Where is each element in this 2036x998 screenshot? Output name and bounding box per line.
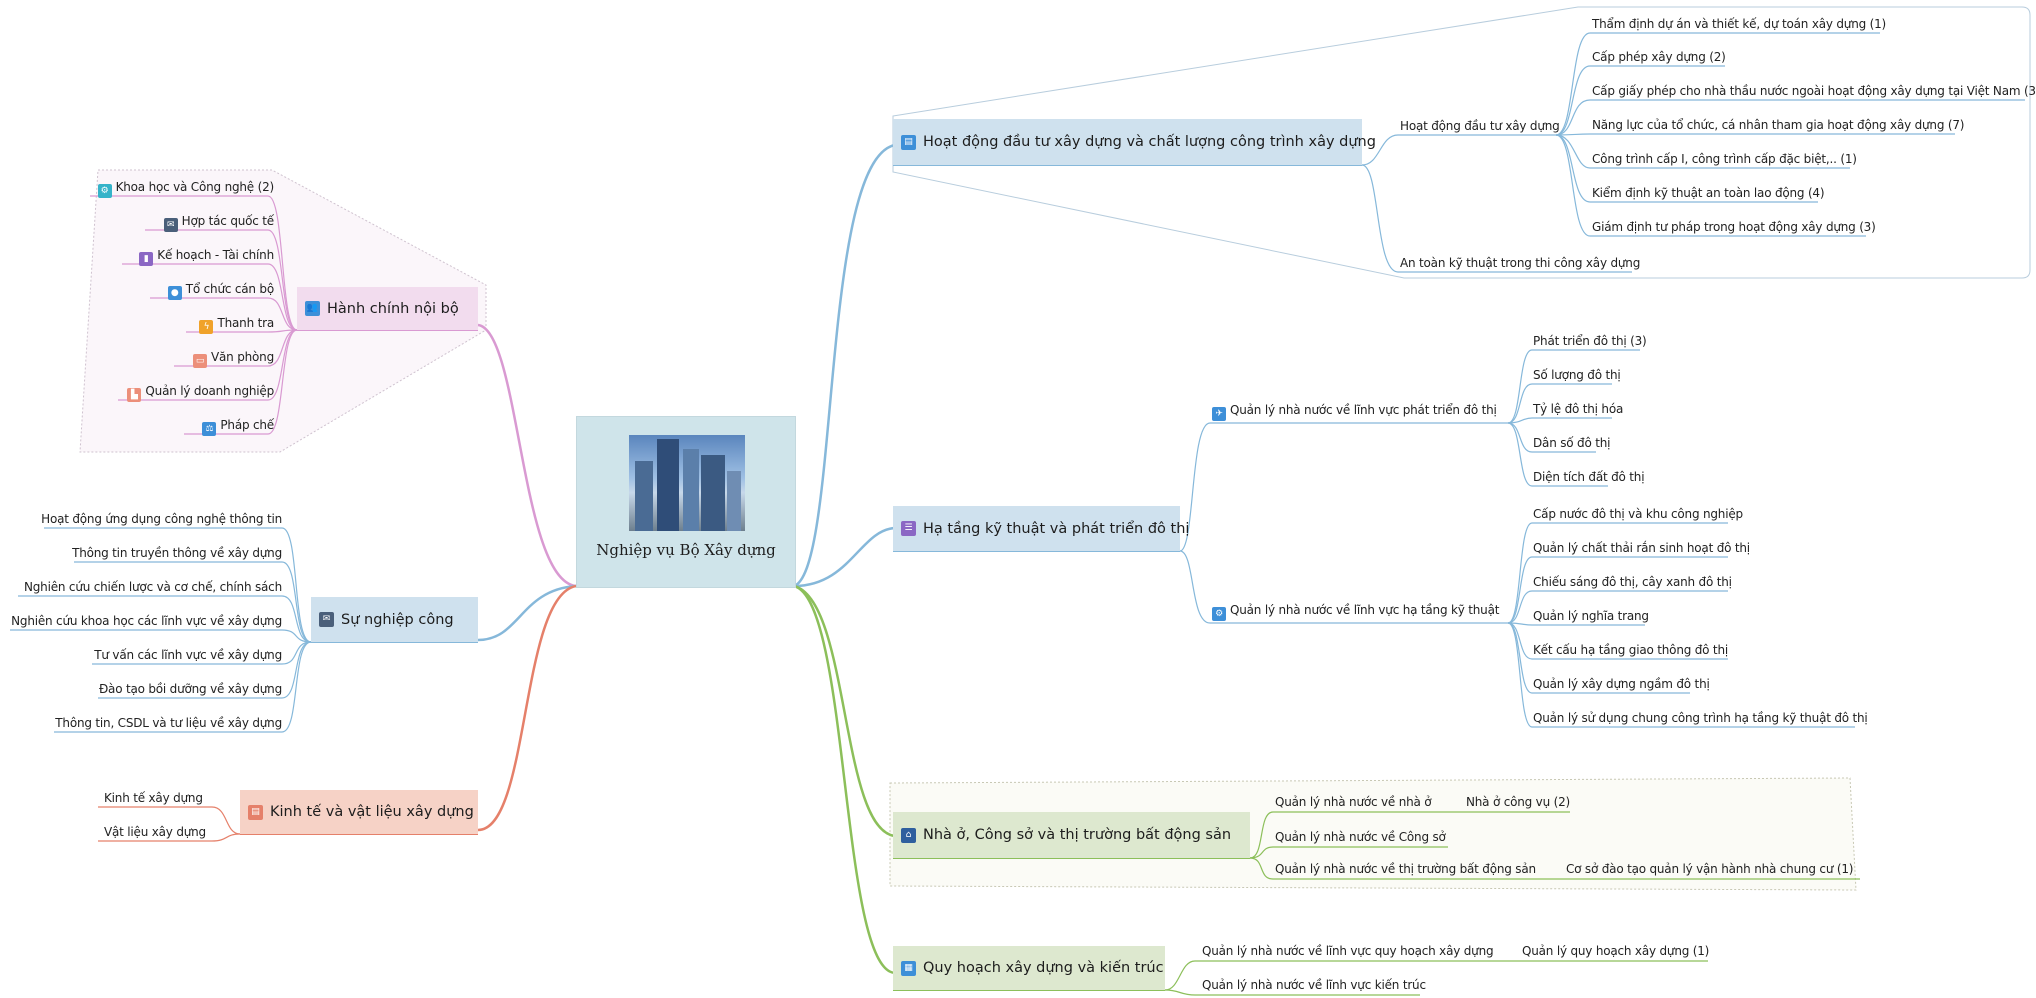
leaf-item[interactable]: Phát triển đô thị (3) <box>1533 333 1647 349</box>
subtopic-urban-development[interactable]: ✈ Quản lý nhà nước về lĩnh vực phát triển… <box>1212 402 1497 421</box>
topic-label: Quy hoạch xây dựng và kiến trúc <box>923 960 1164 976</box>
admin-item[interactable]: ▮ Kế hoạch - Tài chính <box>139 247 274 266</box>
city-skyscraper-image <box>629 435 745 531</box>
airplane-icon: ✈ <box>1212 407 1226 421</box>
topic-public-services[interactable]: ✉ Sự nghiệp công <box>311 597 478 642</box>
leaf-item[interactable]: Quản lý chất thải rắn sinh hoạt đô thị <box>1533 540 1750 556</box>
factory-icon: ▙ <box>127 388 142 402</box>
subtopic-public-offices[interactable]: Quản lý nhà nước về Công sở <box>1275 829 1446 845</box>
leaf-item[interactable]: Quản lý quy hoạch xây dựng (1) <box>1522 943 1709 959</box>
topic-planning-architecture[interactable]: ▦ Quy hoạch xây dựng và kiến trúc <box>893 946 1165 990</box>
central-topic[interactable]: Nghiệp vụ Bộ Xây dựng <box>576 416 796 588</box>
admin-item[interactable]: ▭ Văn phòng <box>193 349 274 368</box>
admin-item[interactable]: ● Tổ chức cán bộ <box>167 281 274 300</box>
people-icon: 👥 <box>305 301 320 316</box>
leaf-item[interactable]: Dân số đô thị <box>1533 435 1610 451</box>
leaf-item[interactable]: Diện tích đất đô thị <box>1533 469 1645 485</box>
handshake-icon: ✉ <box>319 612 334 627</box>
subtopic-real-estate-market[interactable]: Quản lý nhà nước về thị trường bất động … <box>1275 861 1536 877</box>
leaf-item[interactable]: Năng lực của tổ chức, cá nhân tham gia h… <box>1592 117 1964 133</box>
leaf-item[interactable]: Tư vấn các lĩnh vực về xây dựng <box>94 647 282 663</box>
subtopic-label: Quản lý nhà nước về lĩnh vực phát triển … <box>1230 403 1497 417</box>
topic-economics-materials[interactable]: ▤ Kinh tế và vật liệu xây dựng <box>240 790 478 834</box>
subtopic-investment-activity[interactable]: Hoạt động đầu tư xây dựng <box>1400 118 1560 134</box>
leaf-item[interactable]: Số lượng đô thị <box>1533 367 1621 383</box>
subtopic-architecture[interactable]: Quản lý nhà nước về lĩnh vực kiến trúc <box>1202 977 1426 993</box>
book-icon: ▤ <box>901 134 916 150</box>
admin-item[interactable]: ⚙ Khoa học và Công nghệ (2) <box>97 179 275 198</box>
bar-chart-icon: ▮ <box>139 252 154 266</box>
topic-label: Kinh tế và vật liệu xây dựng <box>270 804 474 820</box>
topic-internal-administration[interactable]: 👥 Hành chính nội bộ <box>297 287 478 330</box>
leaf-item[interactable]: Nghiên cứu khoa học các lĩnh vực về xây … <box>11 613 282 629</box>
topic-label: Hoạt động đầu tư xây dựng và chất lượng … <box>923 134 1376 150</box>
leaf-item[interactable]: Thẩm định dự án và thiết kế, dự toán xây… <box>1592 16 1886 32</box>
leaf-item[interactable]: Công trình cấp I, công trình cấp đặc biệ… <box>1592 151 1857 167</box>
admin-item-label: Khoa học và Công nghệ (2) <box>115 180 275 194</box>
leaf-item[interactable]: Kiểm định kỹ thuật an toàn lao động (4) <box>1592 185 1825 201</box>
topic-label: Hạ tầng kỹ thuật và phát triển đô thị <box>923 520 1190 537</box>
leaf-item[interactable]: Cấp phép xây dựng (2) <box>1592 49 1726 65</box>
topic-investment-quality[interactable]: ▤ Hoạt động đầu tư xây dựng và chất lượn… <box>893 119 1376 165</box>
topic-label: Sự nghiệp công <box>341 611 454 628</box>
leaf-item[interactable]: Quản lý nghĩa trang <box>1533 608 1649 624</box>
admin-item-label: Quản lý doanh nghiệp <box>145 384 274 398</box>
leaf-item[interactable]: Nhà ở công vụ (2) <box>1466 794 1570 810</box>
gear-icon: ⚙ <box>97 184 112 198</box>
leaf-item[interactable]: Cấp nước đô thị và khu công nghiệp <box>1533 506 1743 522</box>
admin-item[interactable]: ⚖ Pháp chế <box>202 417 274 436</box>
leaf-item[interactable]: Kinh tế xây dựng <box>104 790 203 806</box>
central-title: Nghiệp vụ Bộ Xây dựng <box>596 541 776 559</box>
admin-item[interactable]: ▙ Quản lý doanh nghiệp <box>127 383 274 402</box>
leaf-item[interactable]: Cơ sở đào tạo quản lý vận hành nhà chung… <box>1566 861 1853 877</box>
subtopic-technical-infrastructure[interactable]: ⚙ Quản lý nhà nước về lĩnh vực hạ tầng kỹ… <box>1212 602 1499 621</box>
admin-item[interactable]: ✉ Hợp tác quốc tế <box>163 213 275 232</box>
subtopic-housing[interactable]: Quản lý nhà nước về nhà ở <box>1275 794 1432 810</box>
handshake-icon: ✉ <box>163 218 178 232</box>
leaf-item[interactable]: Cấp giấy phép cho nhà thầu nước ngoài ho… <box>1592 83 2036 99</box>
calendar-icon: ▤ <box>248 804 263 820</box>
leaf-item[interactable]: Quản lý sử dụng chung công trình hạ tầng… <box>1533 710 1868 726</box>
leaf-item[interactable]: Tỷ lệ đô thị hóa <box>1533 401 1623 417</box>
subtopic-construction-safety[interactable]: An toàn kỹ thuật trong thi công xây dựng <box>1400 255 1640 271</box>
leaf-item[interactable]: Thông tin truyền thông về xây dựng <box>72 545 282 561</box>
subtopic-label: Quản lý nhà nước về lĩnh vực hạ tầng kỹ … <box>1230 603 1500 617</box>
topic-housing-real-estate[interactable]: ⌂ Nhà ở, Công sở và thị trường bất động … <box>893 812 1250 858</box>
calculator-icon: ▦ <box>901 960 916 976</box>
admin-item-label: Pháp chế <box>220 418 274 432</box>
leaf-item[interactable]: Chiếu sáng đô thị, cây xanh đô thị <box>1533 574 1732 590</box>
admin-item-label: Tổ chức cán bộ <box>185 282 274 296</box>
admin-item-label: Văn phòng <box>211 350 274 364</box>
leaf-item[interactable]: Giám định tư pháp trong hoạt động xây dự… <box>1592 219 1876 235</box>
person-icon: ● <box>167 286 182 300</box>
monitor-icon: ▭ <box>193 354 208 368</box>
mind-map-canvas: Nghiệp vụ Bộ Xây dựng ▤ Hoạt động đầu tư… <box>0 0 2036 998</box>
lightning-icon: ϟ <box>199 320 214 334</box>
leaf-item[interactable]: Vật liệu xây dựng <box>104 824 206 840</box>
topic-label: Nhà ở, Công sở và thị trường bất động sả… <box>923 827 1232 843</box>
leaf-item[interactable]: Nghiên cứu chiến lược và cơ chế, chính s… <box>24 579 282 595</box>
admin-item-label: Kế hoạch - Tài chính <box>157 248 274 262</box>
admin-item-label: Thanh tra <box>217 316 274 330</box>
leaf-item[interactable]: Kết cấu hạ tầng giao thông đô thị <box>1533 642 1728 658</box>
admin-item-label: Hợp tác quốc tế <box>181 214 275 228</box>
house-icon: ⌂ <box>901 827 916 843</box>
subtopic-construction-planning[interactable]: Quản lý nhà nước về lĩnh vực quy hoạch x… <box>1202 943 1494 959</box>
leaf-item[interactable]: Đào tạo bồi dưỡng về xây dựng <box>99 681 282 697</box>
scales-icon: ⚖ <box>202 422 217 436</box>
topic-infrastructure-urban[interactable]: ☰ Hạ tầng kỹ thuật và phát triển đô thị <box>893 506 1189 551</box>
list-icon: ☰ <box>901 521 916 536</box>
leaf-item[interactable]: Quản lý xây dựng ngầm đô thị <box>1533 676 1710 692</box>
settings-icon: ⚙ <box>1212 607 1226 621</box>
leaf-item[interactable]: Hoạt động ứng dụng công nghệ thông tin <box>41 511 282 527</box>
admin-item[interactable]: ϟ Thanh tra <box>199 315 274 334</box>
topic-label: Hành chính nội bộ <box>327 300 459 317</box>
leaf-item[interactable]: Thông tin, CSDL và tư liệu về xây dựng <box>55 715 282 731</box>
